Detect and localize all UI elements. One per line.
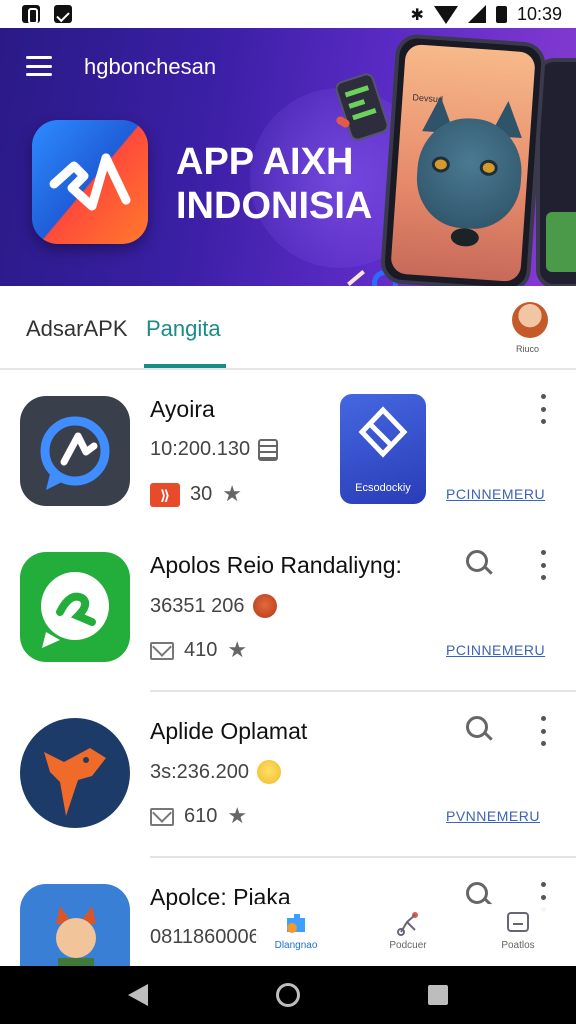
nav-item-dlangnao[interactable]: Dlangnao	[256, 910, 336, 951]
app-logo	[32, 120, 148, 244]
app-meta: ⟫ 30 ★	[150, 482, 242, 507]
nav-item-podcuer[interactable]: Podcuer	[368, 910, 448, 951]
tab-pangita[interactable]: Pangita	[146, 316, 221, 342]
avatar[interactable]	[512, 302, 548, 338]
app-meta: 410 ★	[150, 638, 247, 663]
star-icon: ★	[227, 804, 248, 829]
emoji-icon	[256, 760, 281, 784]
list-item[interactable]: Aplide Oplamat 3s:236.200 610 ★ PVNNEMER…	[0, 692, 576, 858]
rating-value: 610	[184, 805, 218, 827]
hero-banner[interactable]: hgbonchesan APP AIXH INDONISIA Devsud	[0, 28, 576, 286]
more-options-icon[interactable]	[536, 394, 550, 424]
more-options-icon[interactable]	[536, 716, 550, 746]
app-subtitle: 0811860006	[150, 926, 260, 949]
share-icon	[395, 910, 421, 936]
headline-line-1: APP AIXH	[176, 141, 354, 183]
banner-headline: APP AIXH INDONISIA	[176, 140, 372, 228]
app-icon-aplide	[20, 718, 130, 828]
recent-apps-icon[interactable]	[428, 985, 448, 1005]
wifi-icon	[433, 6, 458, 24]
back-icon[interactable]	[128, 984, 148, 1006]
home-icon[interactable]	[276, 983, 300, 1007]
app-code: 10:200.130	[150, 438, 251, 460]
bluetooth-icon: ✱	[410, 4, 424, 24]
search-icon[interactable]	[466, 882, 488, 904]
stick-graphic	[347, 270, 365, 286]
phone-mockup: Devsud	[379, 33, 547, 286]
download-icon	[54, 5, 72, 23]
system-navigation-bar	[0, 966, 576, 1024]
search-icon[interactable]	[466, 550, 488, 572]
clock: 10:39	[516, 3, 562, 24]
app-subtitle: 36351 206	[150, 594, 277, 618]
mail-icon	[150, 807, 174, 826]
app-link[interactable]: PVNNEMERU	[446, 808, 540, 824]
notification-icon	[22, 5, 40, 24]
more-options-icon[interactable]	[536, 550, 550, 580]
promo-card[interactable]: Ecsodockiy	[340, 394, 426, 504]
flag-badge-icon: ⟫	[150, 482, 180, 507]
rating-value: 30	[190, 483, 213, 505]
search-icon[interactable]	[466, 716, 488, 738]
app-icon-apolos	[20, 552, 130, 662]
signal-icon	[467, 5, 486, 23]
active-tab-indicator	[144, 364, 226, 368]
app-code: 3s:236.200	[150, 760, 249, 783]
mail-icon	[150, 641, 174, 660]
avatar-label: Riuco	[516, 344, 540, 354]
menu-icon[interactable]	[26, 56, 52, 76]
tab-bar: AdsarAPK Pangita Riuco	[0, 286, 576, 370]
chat-icon	[505, 910, 531, 936]
nav-label: Podcuer	[389, 940, 427, 951]
app-title: Apolos Reio Randaliyng:	[150, 552, 402, 578]
battery-icon	[495, 5, 507, 23]
app-code: 0811860006	[150, 926, 260, 948]
document-icon	[258, 438, 279, 461]
nav-label: Dlangnao	[274, 940, 318, 951]
rating-value: 410	[184, 639, 218, 661]
status-bar: ✱ 10:39	[0, 0, 576, 28]
puzzle-icon	[283, 910, 309, 936]
promo-label: Ecsodockiy	[355, 482, 411, 494]
app-meta: 610 ★	[150, 804, 247, 829]
app-icon-ayoira	[20, 396, 130, 506]
star-icon: ★	[227, 638, 248, 663]
app-subtitle: 3s:236.200	[150, 760, 281, 784]
emoji-icon	[252, 594, 277, 618]
list-item[interactable]: Apolos Reio Randaliyng: 36351 206 410 ★ …	[0, 526, 576, 692]
app-link[interactable]: PCINNEMERU	[446, 642, 545, 658]
nav-item-poatlos[interactable]: Poatlos	[478, 910, 558, 951]
app-subtitle: 10:200.130	[150, 438, 279, 461]
app-link[interactable]: PCINNEMERU	[446, 486, 545, 502]
headline-line-2: INDONISIA	[176, 185, 373, 227]
app-title: hgbonchesan	[84, 54, 217, 79]
app-title: Ayoira	[150, 396, 215, 422]
app-code: 36351 206	[150, 594, 245, 617]
star-icon: ★	[222, 482, 242, 507]
nav-label: Poatlos	[501, 940, 535, 951]
list-item[interactable]: Ayoira 10:200.130 ⟫ 30 ★ Ecsodockiy PCIN…	[0, 370, 576, 536]
app-icon-apolce	[20, 884, 130, 966]
bottom-navigation: Dlangnao Podcuer Poatlos	[256, 904, 576, 966]
tab-adsarapk[interactable]: AdsarAPK	[26, 316, 128, 342]
app-title: Aplide Oplamat	[150, 718, 308, 744]
